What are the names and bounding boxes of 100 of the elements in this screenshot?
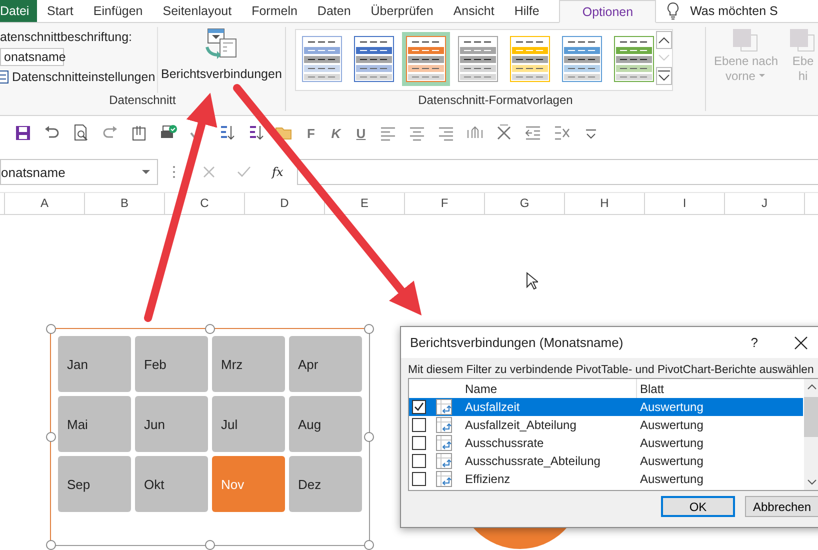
column-header[interactable]: I	[645, 193, 725, 214]
settings-link[interactable]: Datenschnitteinstellungen	[12, 70, 156, 84]
slicer-item[interactable]: Aug	[289, 396, 362, 452]
slicer-item[interactable]: Mai	[58, 396, 131, 452]
instruction-text: Mit diesem Filter zu verbindende PivotTable- und PivotChart-Berichte auswählen	[408, 364, 815, 376]
formula-input[interactable]	[297, 159, 818, 185]
checkbox[interactable]	[412, 472, 426, 486]
pivot-table-icon	[436, 471, 452, 487]
slicer-item[interactable]: Sep	[58, 456, 131, 512]
column-header[interactable]: J	[725, 193, 805, 214]
resize-handle[interactable]	[364, 432, 374, 442]
column-header[interactable]: Name	[459, 379, 636, 398]
clipboard-icon[interactable]	[130, 124, 148, 142]
resize-handle[interactable]	[46, 432, 56, 442]
report-connections-icon	[204, 27, 238, 61]
scrollbar[interactable]	[804, 379, 818, 490]
underline-button[interactable]: U	[354, 126, 368, 140]
insert-function-button[interactable]: fx	[272, 165, 284, 179]
slicer-style[interactable]	[456, 34, 500, 84]
tell-me-field[interactable]: Was möchten S	[690, 4, 778, 18]
table-cell-text: Auswertung	[639, 453, 704, 470]
resize-handle[interactable]	[46, 324, 56, 334]
caption-field[interactable]: onatsname	[0, 48, 64, 66]
slicer-item[interactable]: Jun	[135, 396, 208, 452]
list-row[interactable]: Ausfallzeit Auswertung	[409, 398, 803, 416]
slicer-style[interactable]	[508, 34, 552, 84]
close-icon[interactable]	[794, 336, 808, 350]
column-header[interactable]: H	[565, 193, 645, 214]
scroll-up-icon[interactable]	[807, 383, 817, 391]
slicer-item[interactable]: Feb	[135, 336, 208, 392]
save-icon[interactable]	[14, 124, 32, 142]
column-header[interactable]: E	[325, 193, 405, 214]
pivot-table-icon	[436, 399, 452, 415]
ok-button[interactable]: OK	[661, 496, 735, 517]
slicer-style[interactable]	[560, 34, 604, 84]
ribbon-tab[interactable]: Daten	[307, 0, 361, 22]
ribbon-tab[interactable]: Überprüfen	[360, 0, 444, 22]
group-title: Datenschnitt	[108, 93, 177, 109]
slicer-item[interactable]: Dez	[289, 456, 362, 512]
caret-icon	[758, 73, 766, 79]
cancel-button[interactable]: Abbrechen	[745, 496, 818, 517]
scroll-down-icon[interactable]	[807, 478, 817, 486]
list-row[interactable]: Ausfallzeit_Abteilung Auswertung	[409, 416, 803, 434]
table-cell-text: Ausschussrate	[464, 435, 545, 452]
slicer-style[interactable]	[352, 34, 396, 84]
resize-handle[interactable]	[205, 324, 215, 334]
file-tab[interactable]: Datei	[0, 0, 37, 22]
ribbon-tab[interactable]: Hilfe	[504, 0, 550, 22]
dialog-title: Berichtsverbindungen (Monatsname)	[410, 335, 624, 350]
name-box[interactable]: onatsname	[0, 159, 158, 185]
cursor-icon	[526, 272, 538, 290]
ribbon-tab[interactable]: Optionen	[559, 0, 656, 23]
table-cell-text: Auswertung	[639, 471, 704, 488]
list-row[interactable]: Ausschussrate_Abteilung Auswertung	[409, 452, 803, 470]
checkbox[interactable]	[412, 436, 426, 450]
column-header[interactable]: F	[405, 193, 485, 214]
italic-button[interactable]: K	[329, 126, 343, 140]
scroll-up-icon[interactable]	[656, 31, 672, 49]
column-header[interactable]: D	[245, 193, 325, 214]
slicer-item[interactable]: Jan	[58, 336, 131, 392]
bold-button[interactable]: F	[304, 126, 318, 140]
checkbox[interactable]	[412, 454, 426, 468]
slicer-style[interactable]	[300, 34, 344, 84]
report-connections-button[interactable]: Berichtsverbindungen	[158, 27, 285, 81]
table-cell-text: Ausschussrate_Abteilung	[464, 453, 602, 470]
checkbox[interactable]	[412, 400, 426, 414]
grip-icon	[172, 165, 176, 179]
print-preview-icon[interactable]	[72, 124, 90, 142]
outdent-icon[interactable]	[524, 124, 542, 142]
delete-column-icon[interactable]	[553, 124, 571, 142]
slicer-item[interactable]: Okt	[135, 456, 208, 512]
ribbon-tab[interactable]: Seitenlayout	[152, 0, 242, 22]
ribbon-tab[interactable]: Ansicht	[443, 0, 504, 22]
slicer-item[interactable]: Jul	[212, 396, 285, 452]
ribbon-tab[interactable]: Einfügen	[83, 0, 153, 22]
column-header[interactable]: G	[485, 193, 565, 214]
resize-handle[interactable]	[364, 324, 374, 334]
resize-handle[interactable]	[364, 540, 374, 550]
table-cell-text: Effizienz	[464, 471, 512, 488]
list-row[interactable]: Ausschussrate Auswertung	[409, 434, 803, 452]
help-button[interactable]: ?	[750, 335, 758, 350]
list-row[interactable]: Effizienz Auswertung	[409, 470, 803, 488]
pivot-table-icon	[436, 453, 452, 469]
gallery-more-icon[interactable]	[656, 67, 672, 85]
column-header[interactable]: B	[85, 193, 165, 214]
column-header[interactable]: C	[165, 193, 245, 214]
ribbon-tab[interactable]: Start	[37, 0, 84, 22]
slicer-style[interactable]	[402, 32, 450, 86]
slicer-item[interactable]: Apr	[289, 336, 362, 392]
table-cell-text: Auswertung	[639, 399, 704, 416]
table-cell-text: Ausfallzeit_Abteilung	[464, 417, 578, 434]
delete-cells-icon[interactable]	[495, 124, 513, 142]
column-header[interactable]: A	[5, 193, 85, 214]
resize-handle[interactable]	[46, 540, 56, 550]
checkbox[interactable]	[412, 418, 426, 432]
slicer-style[interactable]	[612, 34, 656, 84]
dropdown-icon	[141, 169, 151, 175]
resize-handle[interactable]	[205, 540, 215, 550]
slicer-item[interactable]: Mrz	[212, 336, 285, 392]
ribbon-tab[interactable]: Formeln	[242, 0, 308, 22]
